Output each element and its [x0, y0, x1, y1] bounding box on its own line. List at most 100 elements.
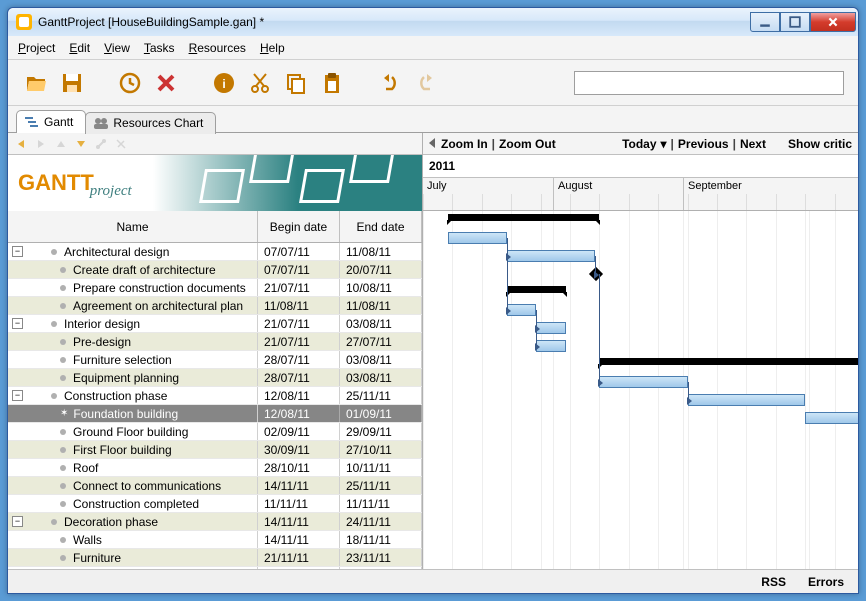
task-row[interactable]: −Construction phase12/08/1125/11/11	[8, 387, 422, 405]
menu-help[interactable]: Help	[260, 41, 285, 55]
summary-bar[interactable]	[507, 286, 566, 293]
task-name: Connect to communications	[73, 479, 221, 493]
task-bar[interactable]	[599, 376, 688, 388]
task-row[interactable]: Roof28/10/1110/11/11	[8, 459, 422, 477]
task-row[interactable]: First Floor building30/09/1127/10/11	[8, 441, 422, 459]
menu-edit[interactable]: Edit	[69, 41, 90, 55]
today-button[interactable]: Today	[622, 137, 656, 151]
close-button[interactable]	[810, 12, 856, 32]
col-name[interactable]: Name	[8, 211, 258, 242]
menu-view[interactable]: View	[104, 41, 130, 55]
open-icon[interactable]	[22, 69, 50, 97]
cut-icon[interactable]	[246, 69, 274, 97]
task-name: Interior design	[64, 317, 140, 331]
maximize-button[interactable]	[780, 12, 810, 32]
task-name: Decoration phase	[64, 515, 158, 529]
task-name: Create draft of architecture	[73, 263, 216, 277]
next-button[interactable]: Next	[740, 137, 766, 151]
task-bar[interactable]	[507, 304, 536, 316]
save-icon[interactable]	[58, 69, 86, 97]
tab-gantt[interactable]: Gantt	[16, 110, 86, 133]
zoom-in-button[interactable]: Zoom In	[441, 137, 488, 151]
task-row[interactable]: Walls14/11/1118/11/11	[8, 531, 422, 549]
unlink-icon[interactable]	[114, 137, 128, 151]
task-row[interactable]: Prepare construction documents21/07/1110…	[8, 279, 422, 297]
task-bar[interactable]	[448, 232, 507, 244]
task-end: 03/08/11	[340, 351, 422, 368]
task-row[interactable]: Equipment planning28/07/1103/08/11	[8, 369, 422, 387]
tab-resources-label: Resources Chart	[113, 116, 203, 130]
task-name: Walls	[73, 533, 102, 547]
menu-project[interactable]: Project	[18, 41, 55, 55]
copy-icon[interactable]	[282, 69, 310, 97]
task-row[interactable]: Connect to communications14/11/1125/11/1…	[8, 477, 422, 495]
delete-icon[interactable]	[152, 69, 180, 97]
zoom-out-button[interactable]: Zoom Out	[499, 137, 556, 151]
minimize-button[interactable]	[750, 12, 780, 32]
previous-button[interactable]: Previous	[678, 137, 729, 151]
collapse-icon[interactable]: −	[12, 516, 23, 527]
nav-down-icon[interactable]	[74, 137, 88, 151]
redo-icon[interactable]	[412, 69, 440, 97]
task-end: 29/09/11	[340, 423, 422, 440]
task-row[interactable]: −Architectural design07/07/1111/08/11	[8, 243, 422, 261]
nav-back-icon[interactable]	[14, 137, 28, 151]
menu-resources[interactable]: Resources	[189, 41, 246, 55]
task-name: Prepare construction documents	[73, 281, 246, 295]
paste-icon[interactable]	[318, 69, 346, 97]
task-tree[interactable]: −Architectural design07/07/1111/08/11Cre…	[8, 243, 422, 569]
task-row[interactable]: Agreement on architectural plan11/08/111…	[8, 297, 422, 315]
task-end: 01/09/11	[340, 405, 422, 422]
task-bar[interactable]	[536, 340, 566, 352]
task-begin: 12/08/11	[258, 405, 340, 422]
dropdown-icon[interactable]: ▾	[661, 137, 667, 151]
task-name: Foundation building	[73, 407, 178, 421]
gantt-chart[interactable]	[423, 211, 858, 569]
properties-icon[interactable]: i	[210, 69, 238, 97]
nav-up-icon[interactable]	[54, 137, 68, 151]
summary-bar[interactable]	[599, 358, 858, 365]
task-row[interactable]: Pre-design21/07/1127/07/11	[8, 333, 422, 351]
window-title: GanttProject [HouseBuildingSample.gan] *	[38, 15, 264, 29]
col-end[interactable]: End date	[340, 211, 422, 242]
task-row[interactable]: Ground Floor building02/09/1129/09/11	[8, 423, 422, 441]
task-row[interactable]: Furniture selection28/07/1103/08/11	[8, 351, 422, 369]
rss-link[interactable]: RSS	[761, 575, 786, 589]
task-end: 24/11/11	[340, 513, 422, 530]
task-row[interactable]: −Interior design21/07/1103/08/11	[8, 315, 422, 333]
new-task-icon[interactable]	[116, 69, 144, 97]
tab-resources[interactable]: Resources Chart	[85, 112, 216, 134]
chart-toolbar: Zoom In | Zoom Out Today ▾ | Previous | …	[423, 133, 858, 155]
task-end: 03/08/11	[340, 315, 422, 332]
collapse-icon[interactable]: −	[12, 390, 23, 401]
task-row[interactable]: Furniture21/11/1123/11/11	[8, 549, 422, 567]
link-icon[interactable]	[94, 137, 108, 151]
menu-tasks[interactable]: Tasks	[144, 41, 175, 55]
scroll-left-icon[interactable]	[429, 137, 437, 151]
title-bar[interactable]: GanttProject [HouseBuildingSample.gan] *	[8, 8, 858, 36]
menu-bar: Project Edit View Tasks Resources Help	[8, 36, 858, 60]
nav-forward-icon[interactable]	[34, 137, 48, 151]
task-name: Ground Floor building	[73, 425, 188, 439]
task-bar[interactable]	[507, 250, 595, 262]
search-input[interactable]	[574, 71, 844, 95]
task-row[interactable]: Create draft of architecture07/07/1120/0…	[8, 261, 422, 279]
collapse-icon[interactable]: −	[12, 246, 23, 257]
column-headers: Name Begin date End date	[8, 211, 422, 243]
task-row[interactable]: Construction completed11/11/1111/11/11	[8, 495, 422, 513]
col-begin[interactable]: Begin date	[258, 211, 340, 242]
task-bar[interactable]	[536, 322, 566, 334]
summary-bar[interactable]	[448, 214, 599, 221]
show-critical-button[interactable]: Show critic	[788, 137, 852, 151]
year-label: 2011	[423, 155, 858, 177]
status-bar: RSS Errors	[8, 569, 858, 593]
task-row[interactable]: ✶Foundation building12/08/1101/09/11	[8, 405, 422, 423]
errors-link[interactable]: Errors	[808, 575, 844, 589]
task-bar[interactable]	[688, 394, 805, 406]
undo-icon[interactable]	[376, 69, 404, 97]
content-area: GANTT project Name Begin date End date −…	[8, 132, 858, 569]
task-bar[interactable]	[805, 412, 858, 424]
task-begin: 14/11/11	[258, 531, 340, 548]
collapse-icon[interactable]: −	[12, 318, 23, 329]
task-row[interactable]: −Decoration phase14/11/1124/11/11	[8, 513, 422, 531]
